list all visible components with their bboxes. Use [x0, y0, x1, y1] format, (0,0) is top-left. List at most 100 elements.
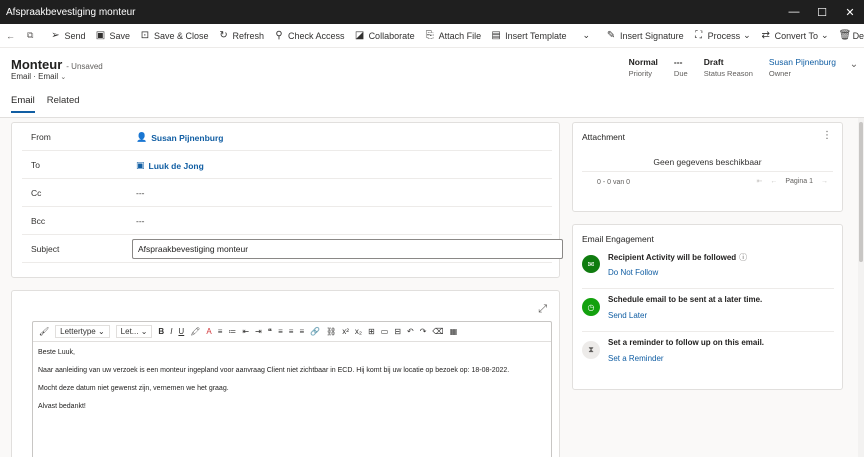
cc-field[interactable]: ---: [136, 188, 145, 198]
insert-template-button[interactable]: ▤ Insert Template: [486, 24, 571, 48]
bold-label: B: [158, 327, 165, 336]
underline-button[interactable]: U: [178, 327, 184, 336]
align-left-icon[interactable]: ≡: [278, 327, 283, 336]
bold-button[interactable]: B: [158, 327, 164, 336]
from-value[interactable]: 👤 Susan Pijnenburg: [136, 132, 223, 143]
subject-input[interactable]: [132, 239, 563, 259]
font-select[interactable]: Lettertype ⌄: [55, 325, 110, 338]
expand-icon[interactable]: ⤢: [538, 303, 547, 316]
back-button[interactable]: ←: [0, 24, 21, 48]
cc-label: Cc: [31, 188, 42, 198]
body-paragraph: Alvast bedankt!: [38, 403, 86, 410]
send-button[interactable]: ➢ Send: [45, 24, 90, 48]
set-reminder-link[interactable]: Set a Reminder: [608, 354, 664, 363]
email-body-text[interactable]: Beste Luuk, Naar aanleiding van uw verzo…: [33, 342, 551, 426]
refresh-button[interactable]: ↻ Refresh: [214, 24, 270, 48]
save-close-label: Save & Close: [153, 30, 209, 41]
attach-file-button[interactable]: ⎘ Attach File: [420, 24, 487, 48]
bcc-label: Bcc: [31, 216, 46, 226]
align-right-icon[interactable]: ≡: [299, 327, 304, 336]
email-engagement-section: Email Engagement ✉ Recipient Activity wi…: [572, 224, 843, 390]
minimize-button[interactable]: —: [780, 0, 808, 24]
redo-icon[interactable]: ↷: [420, 327, 427, 336]
italic-label: I: [170, 327, 173, 336]
send-later-item: ◷ Schedule email to be sent at a later t…: [582, 292, 834, 332]
form-selector[interactable]: Email: [38, 72, 58, 81]
collaborate-button[interactable]: ◪ Collaborate: [350, 24, 420, 48]
do-not-follow-link[interactable]: Do Not Follow: [608, 268, 658, 277]
font-value: Lettertype: [60, 327, 96, 336]
align-center-icon[interactable]: ≡: [289, 327, 294, 336]
insert-template-dropdown[interactable]: ⌄: [578, 24, 596, 48]
header-expand-button[interactable]: ⌄: [844, 57, 864, 87]
send-later-link[interactable]: Send Later: [608, 311, 647, 320]
unlink-icon[interactable]: ⛓: [326, 327, 336, 336]
pagination: ⇤ ← Pagina 1 →: [748, 177, 828, 186]
font-color-button[interactable]: A: [206, 327, 211, 336]
convert-to-button[interactable]: ⇄ Convert To ⌄: [756, 24, 834, 48]
link-icon[interactable]: 🔗: [310, 327, 320, 336]
more-tools-icon[interactable]: ▦: [450, 327, 458, 336]
info-icon[interactable]: ⓘ: [739, 253, 747, 262]
popout-button[interactable]: ⧉: [21, 24, 39, 48]
superscript-icon[interactable]: x²: [342, 327, 349, 336]
insert-signature-button[interactable]: ✎ Insert Signature: [601, 24, 689, 48]
record-title: Monteur: [11, 57, 63, 72]
due-field[interactable]: --- Due: [666, 57, 696, 87]
scrollbar[interactable]: [858, 118, 864, 457]
window-controls: — ☐ ✕: [780, 0, 864, 24]
subject-row: Subject: [22, 235, 563, 263]
tab-related[interactable]: Related: [47, 95, 80, 113]
first-page-icon[interactable]: ⇤: [756, 177, 762, 185]
chevron-down-icon: ⌄: [821, 30, 829, 40]
subscript-icon[interactable]: x₂: [355, 327, 362, 336]
from-link[interactable]: Susan Pijnenburg: [151, 133, 223, 143]
next-page-icon[interactable]: →: [821, 178, 828, 185]
table-icon[interactable]: ⊞: [368, 327, 375, 336]
delete-button[interactable]: 🗑Delete: [834, 24, 864, 48]
image-icon[interactable]: ▭: [381, 327, 389, 336]
scrollbar-thumb[interactable]: [859, 122, 863, 262]
entity-type: Email: [11, 72, 32, 81]
indent-icon[interactable]: ⇥: [255, 327, 262, 336]
check-access-button[interactable]: ⚲ Check Access: [269, 24, 350, 48]
close-button[interactable]: ✕: [836, 0, 864, 24]
process-button[interactable]: ⛶ Process ⌄: [689, 24, 756, 48]
clear-format-icon[interactable]: ⌫: [432, 327, 443, 336]
highlight-icon[interactable]: 🖍: [190, 327, 200, 336]
bullet-list-icon[interactable]: ≡: [218, 327, 223, 336]
priority-field[interactable]: Normal Priority: [621, 57, 666, 87]
status-reason-field[interactable]: Draft Status Reason: [696, 57, 761, 87]
italic-button[interactable]: I: [170, 327, 172, 336]
refresh-label: Refresh: [232, 30, 265, 41]
tab-email[interactable]: Email: [11, 95, 35, 113]
format-painter-icon[interactable]: 🖌: [39, 327, 49, 336]
to-link[interactable]: Luuk de Jong: [149, 161, 204, 171]
block-icon[interactable]: ⊟: [394, 327, 401, 336]
body-paragraph: Naar aanleiding van uw verzoek is een mo…: [38, 367, 510, 374]
engagement-title: Email Engagement: [582, 234, 654, 244]
owner-field[interactable]: Susan Pijnenburg Owner: [761, 57, 844, 87]
priority-value: Normal: [628, 57, 658, 67]
bcc-field[interactable]: ---: [136, 216, 145, 226]
save-button[interactable]: ▣ Save: [90, 24, 135, 48]
priority-label: Priority: [628, 69, 652, 78]
quote-icon[interactable]: ❝: [268, 327, 272, 336]
save-close-button[interactable]: ⊡ Save & Close: [135, 24, 214, 48]
process-icon: ⛶: [695, 30, 703, 41]
email-fields-section: From 👤 Susan Pijnenburg To ▣ Luuk de Jong …: [11, 122, 563, 278]
undo-icon[interactable]: ↶: [407, 327, 414, 336]
outdent-icon[interactable]: ⇤: [242, 327, 249, 336]
to-value[interactable]: ▣ Luuk de Jong: [136, 160, 204, 171]
chevron-down-icon: ⌄: [743, 30, 751, 40]
paperclip-icon: ⎘: [425, 30, 434, 41]
maximize-button[interactable]: ☐: [808, 0, 836, 24]
owner-link[interactable]: Susan Pijnenburg: [769, 57, 836, 67]
owner-label: Owner: [768, 69, 791, 78]
more-options-icon[interactable]: ⋮: [822, 130, 832, 141]
rich-text-editor[interactable]: 🖌 Lettertype ⌄ Let... ⌄ B I U 🖍 A ≡ ≔ ⇤ …: [32, 321, 552, 457]
previous-page-icon[interactable]: ←: [770, 178, 777, 185]
font-size-select[interactable]: Let... ⌄: [115, 325, 153, 338]
numbered-list-icon[interactable]: ≔: [228, 327, 236, 336]
chevron-down-icon[interactable]: ⌄: [60, 74, 66, 81]
